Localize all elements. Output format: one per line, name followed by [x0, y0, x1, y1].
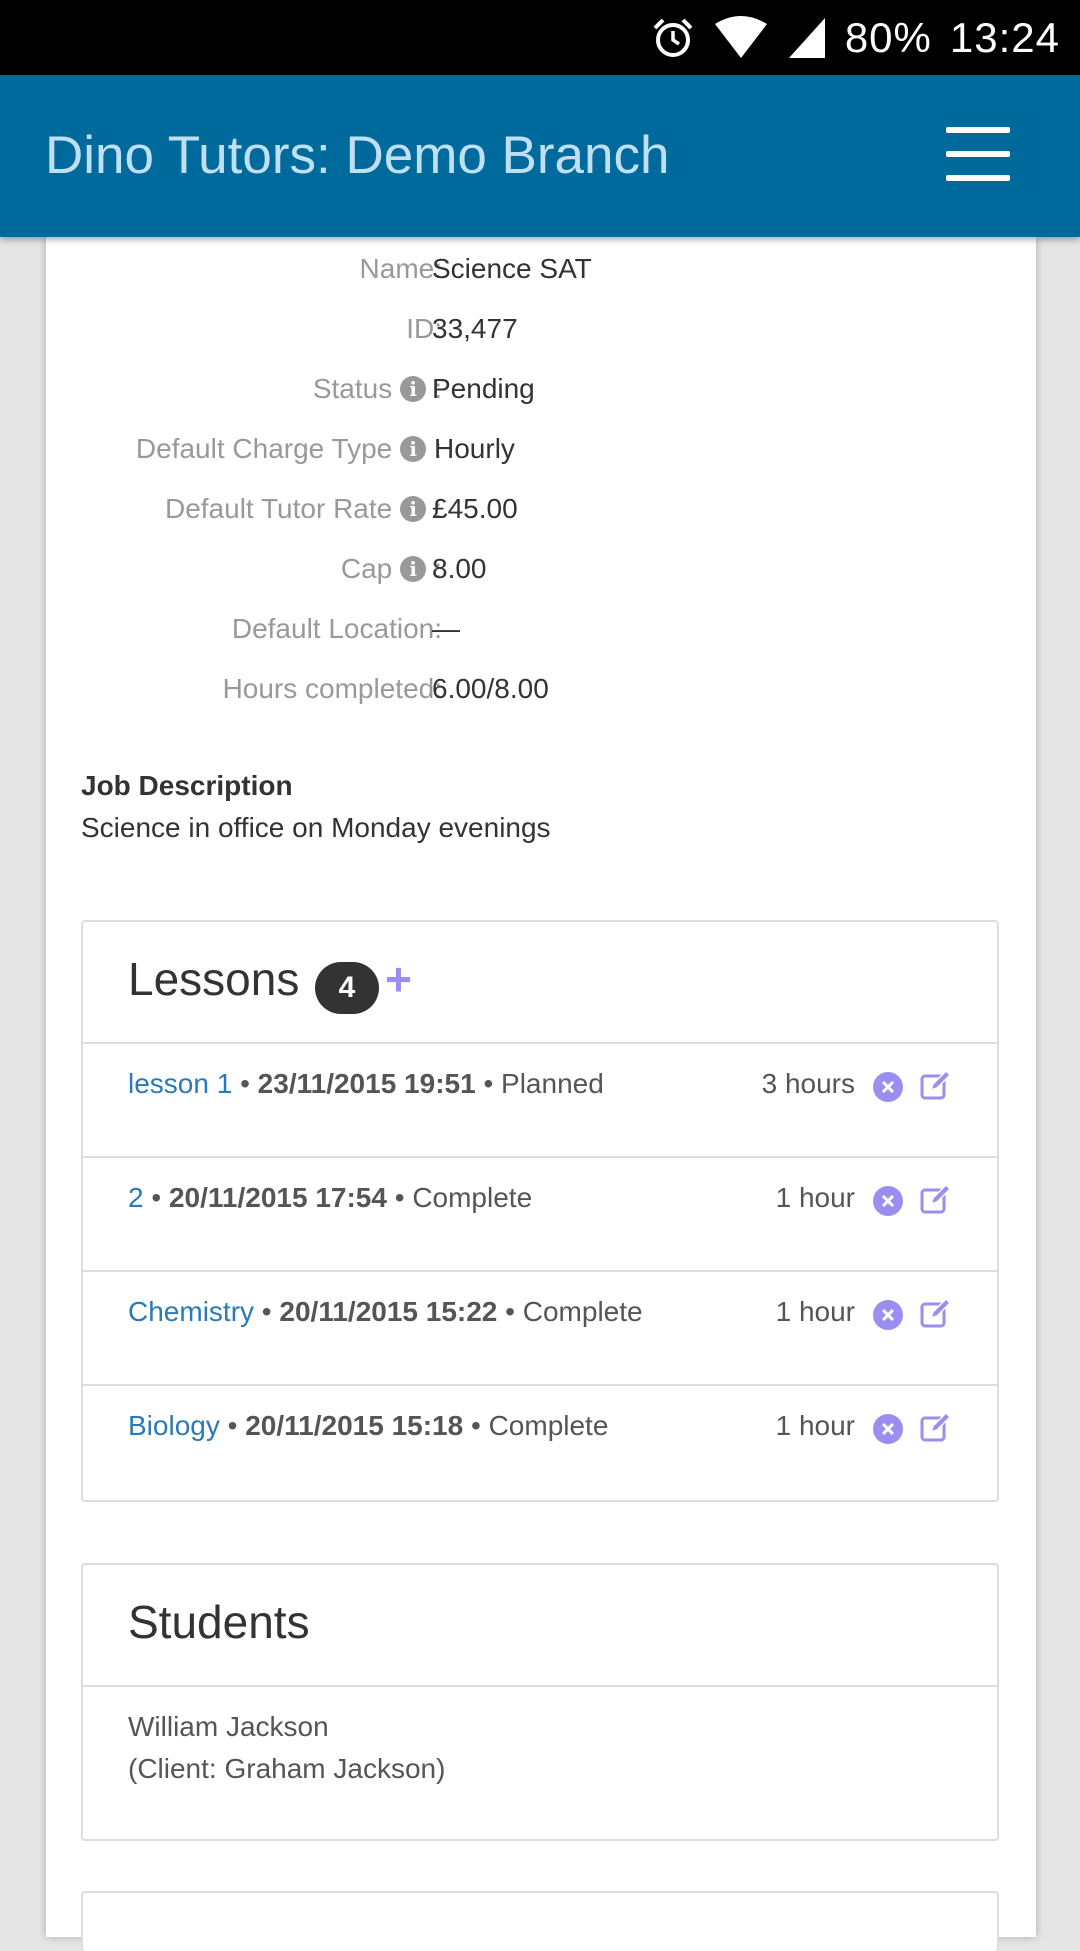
detail-label: Hours completed:: [222, 673, 442, 704]
lesson-date: 20/11/2015 15:18: [245, 1410, 464, 1441]
student-name[interactable]: William Jackson: [128, 1711, 329, 1743]
add-lesson-icon[interactable]: +: [385, 952, 412, 1006]
lessons-header: Lessons 4 +: [83, 922, 997, 1044]
clock: 13:24: [949, 13, 1060, 61]
detail-label: Default Location:: [231, 613, 442, 644]
detail-row-cap: Cap i: 8.00: [46, 547, 1036, 607]
status-bar: 80% 13:24: [0, 0, 1080, 75]
students-title: Students: [128, 1596, 310, 1648]
hamburger-menu-icon[interactable]: [946, 127, 1010, 183]
detail-label: Default Charge Type: [135, 433, 393, 464]
detail-value: Pending: [432, 373, 535, 404]
students-panel: Students William Jackson (Client: Graham…: [81, 1563, 999, 1841]
detail-value: —: [432, 613, 460, 644]
lesson-link[interactable]: Chemistry: [128, 1296, 254, 1327]
lesson-status: Complete: [412, 1182, 533, 1213]
job-description-heading: Job Description: [81, 770, 293, 801]
detail-value: £45.00: [432, 493, 518, 524]
lesson-duration: 1 hour: [775, 1182, 855, 1213]
lesson-row: 2 • 20/11/2015 17:54 • Complete 1 hour: [83, 1158, 997, 1272]
detail-row-tutor-rate: Default Tutor Rate i: £45.00: [46, 487, 1036, 547]
wifi-icon: [714, 15, 767, 58]
lessons-count-badge: 4: [315, 962, 379, 1014]
lesson-duration: 3 hours: [761, 1068, 855, 1099]
app-bar: Dino Tutors: Demo Branch: [0, 75, 1080, 237]
lesson-status: Planned: [501, 1068, 604, 1099]
detail-row-id: ID: 33,477: [46, 307, 1036, 367]
student-entry: William Jackson (Client: Graham Jackson): [83, 1687, 997, 1837]
detail-value: Hourly: [434, 433, 515, 464]
battery-level: 80%: [844, 13, 932, 61]
job-detail-card: Name: Science SAT ID: 33,477 Status i: Pe…: [46, 237, 1036, 1951]
detail-label: Default Tutor Rate: [164, 493, 393, 524]
detail-row-charge-type: Default Charge Type i: Hourly: [46, 427, 1036, 487]
detail-value: Science SAT: [432, 253, 592, 284]
info-icon[interactable]: i: [400, 496, 427, 522]
lesson-date: 20/11/2015 17:54: [168, 1182, 387, 1213]
lesson-link[interactable]: Biology: [128, 1410, 220, 1441]
lesson-date: 20/11/2015 15:22: [279, 1296, 498, 1327]
delete-lesson-icon[interactable]: [873, 1300, 903, 1330]
detail-row-name: Name: Science SAT: [46, 247, 1036, 307]
lesson-row: lesson 1 • 23/11/2015 19:51 • Planned 3 …: [83, 1044, 997, 1158]
info-icon[interactable]: i: [400, 556, 427, 582]
lesson-link[interactable]: 2: [128, 1182, 144, 1213]
detail-row-location: Default Location: —: [46, 607, 1036, 667]
delete-lesson-icon[interactable]: [873, 1186, 903, 1216]
delete-lesson-icon[interactable]: [873, 1072, 903, 1102]
alarm-icon: [653, 18, 693, 57]
lessons-panel: Lessons 4 + lesson 1 • 23/11/2015 19:51 …: [81, 920, 999, 1502]
student-client: (Client: Graham Jackson): [128, 1753, 446, 1784]
info-icon[interactable]: i: [400, 376, 427, 402]
delete-lesson-icon[interactable]: [873, 1414, 903, 1444]
lesson-duration: 1 hour: [775, 1410, 855, 1441]
detail-value: 6.00/8.00: [432, 673, 549, 704]
detail-label: Status: [312, 373, 393, 404]
lesson-row: Chemistry • 20/11/2015 15:22 • Complete …: [83, 1272, 997, 1386]
lesson-link[interactable]: lesson 1: [128, 1068, 232, 1099]
lessons-title: Lessons: [128, 953, 300, 1005]
edit-lesson-icon[interactable]: [919, 1412, 951, 1444]
detail-label: Name:: [359, 253, 442, 284]
lesson-date: 23/11/2015 19:51: [257, 1068, 476, 1099]
detail-row-status: Status i: Pending: [46, 367, 1036, 427]
job-description-text: Science in office on Monday evenings: [81, 812, 551, 843]
detail-value: 8.00: [432, 553, 487, 584]
lesson-row: Biology • 20/11/2015 15:18 • Complete 1 …: [83, 1386, 997, 1500]
edit-lesson-icon[interactable]: [919, 1184, 951, 1216]
edit-lesson-icon[interactable]: [919, 1298, 951, 1330]
detail-label: Cap: [340, 553, 393, 584]
lesson-status: Complete: [488, 1410, 609, 1441]
lesson-duration: 1 hour: [775, 1296, 855, 1327]
detail-value: 33,477: [432, 313, 518, 344]
lesson-status: Complete: [522, 1296, 643, 1327]
next-panel: [81, 1891, 999, 1951]
signal-icon: [788, 17, 825, 58]
edit-lesson-icon[interactable]: [919, 1070, 951, 1102]
app-title: Dino Tutors: Demo Branch: [45, 126, 670, 185]
students-header: Students: [83, 1565, 997, 1687]
detail-row-hours: Hours completed: 6.00/8.00: [46, 667, 1036, 727]
info-icon[interactable]: i: [400, 436, 427, 462]
